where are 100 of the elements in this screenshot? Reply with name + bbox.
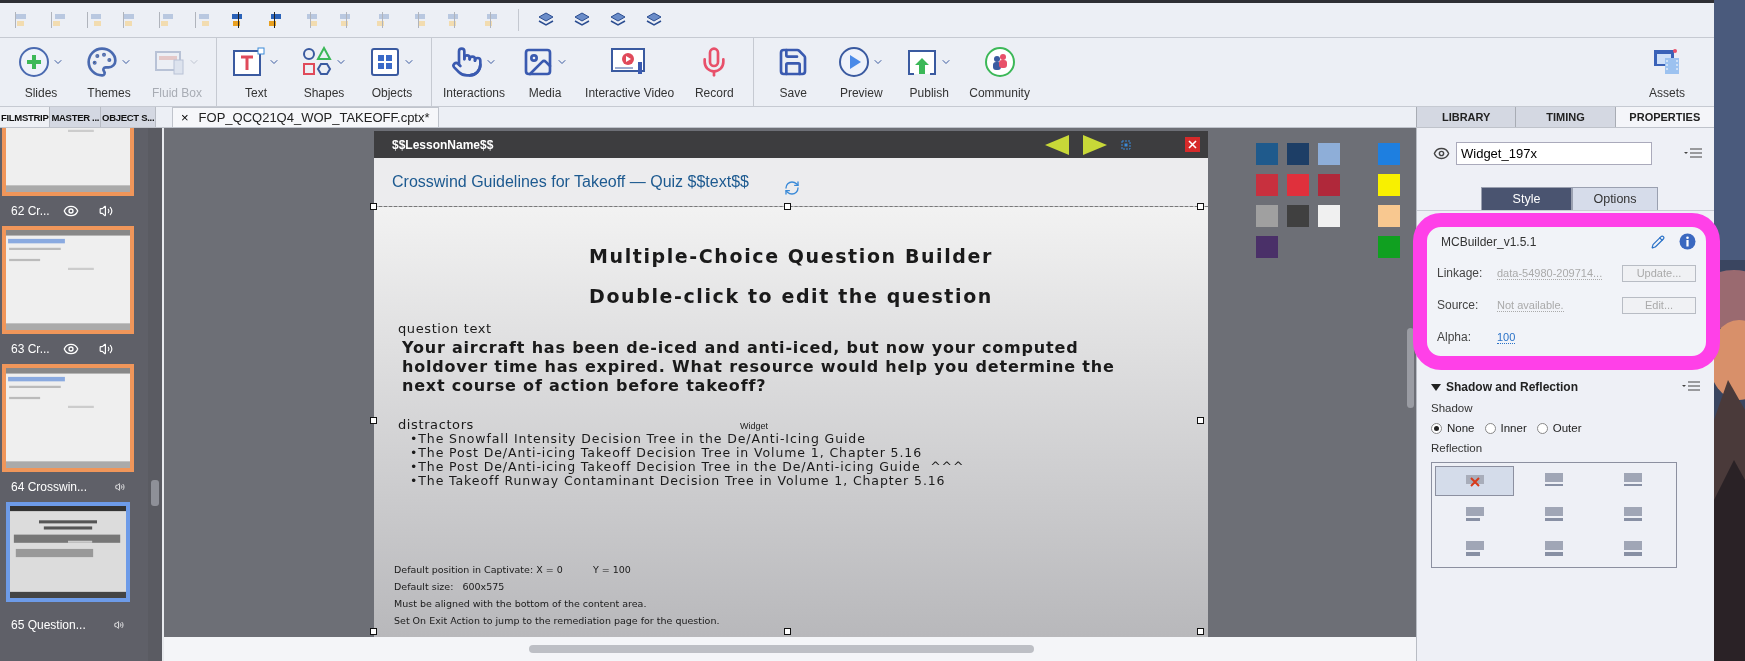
color-swatch[interactable] xyxy=(1256,143,1278,165)
slide-title: Crosswind Guidelines for Takeoff — Quiz $$text$$ xyxy=(392,173,749,191)
field-label: Reflection xyxy=(1431,442,1484,454)
toolbar-button[interactable]: Publish xyxy=(898,38,961,106)
resize-handle[interactable] xyxy=(370,628,377,635)
radio-option[interactable]: Outer xyxy=(1536,422,1582,434)
reflection-icon xyxy=(1463,506,1486,524)
forward-arrow-icon[interactable] xyxy=(1083,134,1107,155)
resize-handle[interactable] xyxy=(784,628,791,635)
scroll-thumb[interactable] xyxy=(1407,328,1414,408)
color-swatch[interactable] xyxy=(1378,205,1400,227)
toolbar-button[interactable]: Record xyxy=(683,38,746,106)
toolbar-button[interactable]: Text xyxy=(225,38,287,106)
rotate-icon[interactable] xyxy=(784,180,800,196)
collapse-icon[interactable] xyxy=(1431,382,1441,392)
menu-icon[interactable] xyxy=(1682,381,1700,393)
add-slide-icon xyxy=(18,46,50,78)
resize-handle[interactable] xyxy=(370,203,377,210)
back-arrow-icon[interactable] xyxy=(1045,134,1069,155)
color-swatch[interactable] xyxy=(1287,143,1309,165)
toolbar-button[interactable]: Shapes xyxy=(293,38,355,106)
toolbar-button[interactable]: Community xyxy=(966,38,1033,106)
slide-label: 65 Question... xyxy=(11,617,86,633)
section-title: Shadow and Reflection xyxy=(1446,380,1578,394)
resize-handle[interactable] xyxy=(784,203,791,210)
align-icon[interactable] xyxy=(266,11,284,29)
panel-tab[interactable]: FILMSTRIP xyxy=(0,107,51,127)
resize-handle[interactable] xyxy=(1197,203,1204,210)
resize-handle[interactable] xyxy=(1197,417,1204,424)
scroll-thumb[interactable] xyxy=(151,480,159,506)
info-icon[interactable] xyxy=(1679,233,1696,250)
panel-tab[interactable]: LIBRARY xyxy=(1416,107,1516,127)
reflection-icon xyxy=(1622,540,1645,558)
hand-pointer-icon xyxy=(451,46,483,78)
style-tab[interactable]: Style xyxy=(1481,187,1572,210)
alpha-value[interactable]: 100 xyxy=(1497,330,1516,344)
style-tab[interactable]: Options xyxy=(1572,187,1658,210)
panel-tab[interactable]: TIMING xyxy=(1515,107,1615,127)
resize-handle[interactable] xyxy=(1197,628,1204,635)
radio-option[interactable]: None xyxy=(1431,422,1475,434)
note-text: Default size: 600x575 xyxy=(394,580,505,594)
name-field[interactable]: Widget_197x xyxy=(1456,142,1652,165)
no-reflection-icon xyxy=(1463,473,1486,489)
color-swatch[interactable] xyxy=(1256,174,1278,196)
reflection-icon xyxy=(1622,506,1645,524)
property-label: Linkage: xyxy=(1437,266,1484,280)
color-swatch[interactable] xyxy=(1287,205,1309,227)
toolbar-button[interactable]: Interactive Video xyxy=(582,38,678,106)
layers-icon[interactable] xyxy=(645,11,663,29)
question-text: Your aircraft has been de-iced and anti-iced, but now your computed holdover time has expired. What resource would help you determine the next course of action before takeoff? xyxy=(401,338,1116,395)
toolbar-button[interactable]: Objects xyxy=(361,38,423,106)
reflection-icon xyxy=(1543,506,1565,524)
radio-option[interactable]: Inner xyxy=(1484,422,1527,434)
scroll-thumb[interactable] xyxy=(529,645,1034,653)
speaker-icon xyxy=(99,342,113,356)
panel-tab[interactable]: MASTER ... xyxy=(50,107,102,127)
layers-icon[interactable] xyxy=(609,11,627,29)
color-swatch[interactable] xyxy=(1287,174,1309,196)
color-swatch[interactable] xyxy=(1318,143,1340,165)
menu-icon[interactable] xyxy=(1684,147,1702,160)
color-swatch[interactable] xyxy=(1318,174,1340,196)
shapes-icon xyxy=(301,46,333,78)
color-swatch[interactable] xyxy=(1378,236,1400,258)
panel-tab[interactable]: PROPERTIES xyxy=(1614,107,1714,127)
slide-label: 64 Crosswin... xyxy=(11,479,88,495)
reflection-option[interactable] xyxy=(1435,466,1515,496)
field-label: question text xyxy=(397,321,493,336)
play-icon xyxy=(838,46,871,78)
color-swatch[interactable] xyxy=(1256,205,1278,227)
field-label: distractors xyxy=(397,417,475,432)
toolbar-button[interactable]: Interactions xyxy=(440,38,509,106)
palette-icon xyxy=(86,46,118,78)
toolbar-button[interactable]: Media xyxy=(514,38,577,106)
slide-label: 62 Cr... xyxy=(11,203,51,219)
layers-icon[interactable] xyxy=(573,11,591,29)
property-label: Alpha: xyxy=(1437,330,1473,344)
document-tab[interactable]: × FOP_QCQ21Q4_WOP_TAKEOFF.cptx* xyxy=(172,107,439,127)
property-value: Not available. xyxy=(1497,298,1564,312)
panel-tab[interactable]: OBJECT S... xyxy=(101,107,157,127)
color-swatch[interactable] xyxy=(1318,205,1340,227)
toolbar-button[interactable]: Preview xyxy=(830,38,893,106)
toolbar-button[interactable]: Slides xyxy=(10,38,72,106)
color-swatch[interactable] xyxy=(1378,143,1400,165)
close-button[interactable] xyxy=(1185,137,1200,152)
close-tab-button[interactable]: × xyxy=(181,110,189,125)
color-swatch[interactable] xyxy=(1378,174,1400,196)
eye-icon[interactable] xyxy=(1433,145,1450,162)
eye-icon xyxy=(63,203,79,219)
toolbar-button[interactable]: Assets xyxy=(1636,38,1698,106)
note-text: Default position in Captivate: X = 0 Y = 100 xyxy=(394,563,631,577)
toolbar-button[interactable]: Themes xyxy=(78,38,140,106)
pencil-icon[interactable] xyxy=(1651,234,1665,249)
speaker-icon xyxy=(99,204,113,218)
widget-heading: Multiple-Choice Question Builder xyxy=(588,245,994,267)
distractor-item: •The Snowfall Intensity Decision Tree in the De/Anti-Icing Guide xyxy=(409,432,867,446)
toolbar-button[interactable]: Save xyxy=(762,38,825,106)
resize-handle[interactable] xyxy=(370,417,377,424)
color-swatch[interactable] xyxy=(1256,236,1278,258)
widget-label: Widget xyxy=(740,421,768,431)
layers-icon[interactable] xyxy=(537,11,555,29)
